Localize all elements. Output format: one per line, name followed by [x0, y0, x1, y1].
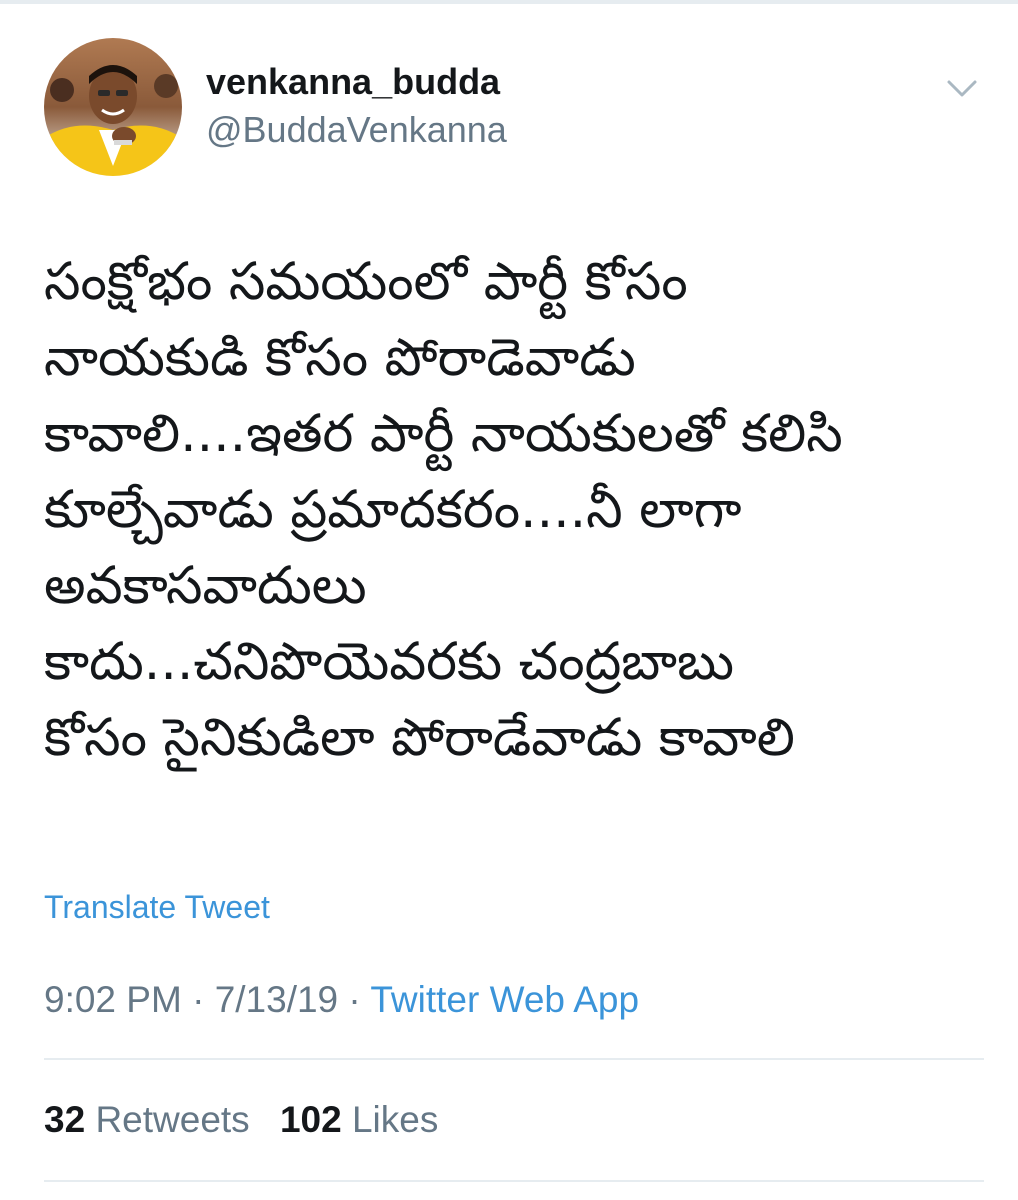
meta-separator: ·	[181, 979, 215, 1020]
tweet-text-line: కాదు...చనిపొయెవరకు చంద్రబాబు	[44, 632, 735, 692]
tweet-text-line: సంక్షోభం సమయంలో పార్టీ కోసం	[44, 252, 688, 312]
tweet-text-line: అవకాసవాదులు	[44, 556, 367, 616]
likes-stat[interactable]: 102 Likes	[280, 1099, 438, 1140]
tweet-date[interactable]: 7/13/19	[215, 979, 338, 1020]
tweet-text-line: కావాలి....ఇతర పార్టీ నాయకులతో కలిసి	[44, 404, 843, 464]
avatar-photo	[44, 38, 182, 176]
user-avatar[interactable]	[44, 38, 182, 176]
likes-label: Likes	[351, 1099, 439, 1140]
bottom-divider	[44, 1180, 984, 1182]
likes-count: 102	[279, 1099, 342, 1140]
tweet-text-line: కోసం సైనికుడిలా పోరాడేవాడు కావాలి	[44, 708, 795, 768]
tweet-text-line: నాయకుడి కోసం పోరాడెవాడు	[44, 328, 636, 388]
retweets-count: 32	[44, 1099, 86, 1140]
tweet-stats: 32 Retweets 102 Likes	[44, 1098, 458, 1142]
tweet-text-line: కూల్చేవాడు ప్రమాదకరం....నీ లాగా	[44, 480, 742, 540]
top-divider	[0, 0, 1018, 4]
tweet-source-link[interactable]: Twitter Web App	[370, 979, 639, 1020]
chevron-down-icon[interactable]	[946, 76, 978, 100]
display-name[interactable]: venkanna_budda	[206, 62, 500, 102]
retweets-label: Retweets	[95, 1099, 250, 1140]
tweet-metadata: 9:02 PM · 7/13/19 · Twitter Web App	[44, 978, 639, 1022]
translate-tweet-link[interactable]: Translate Tweet	[44, 888, 270, 926]
stats-divider	[44, 1058, 984, 1060]
tweet-text: సంక్షోభం సమయంలో పార్టీ కోసం నాయకుడి కోసం…	[44, 244, 984, 776]
meta-separator: ·	[338, 979, 371, 1020]
user-handle[interactable]: @BuddaVenkanna	[206, 110, 507, 150]
retweets-stat[interactable]: 32 Retweets	[44, 1099, 250, 1140]
tweet-time[interactable]: 9:02 PM	[44, 979, 182, 1020]
